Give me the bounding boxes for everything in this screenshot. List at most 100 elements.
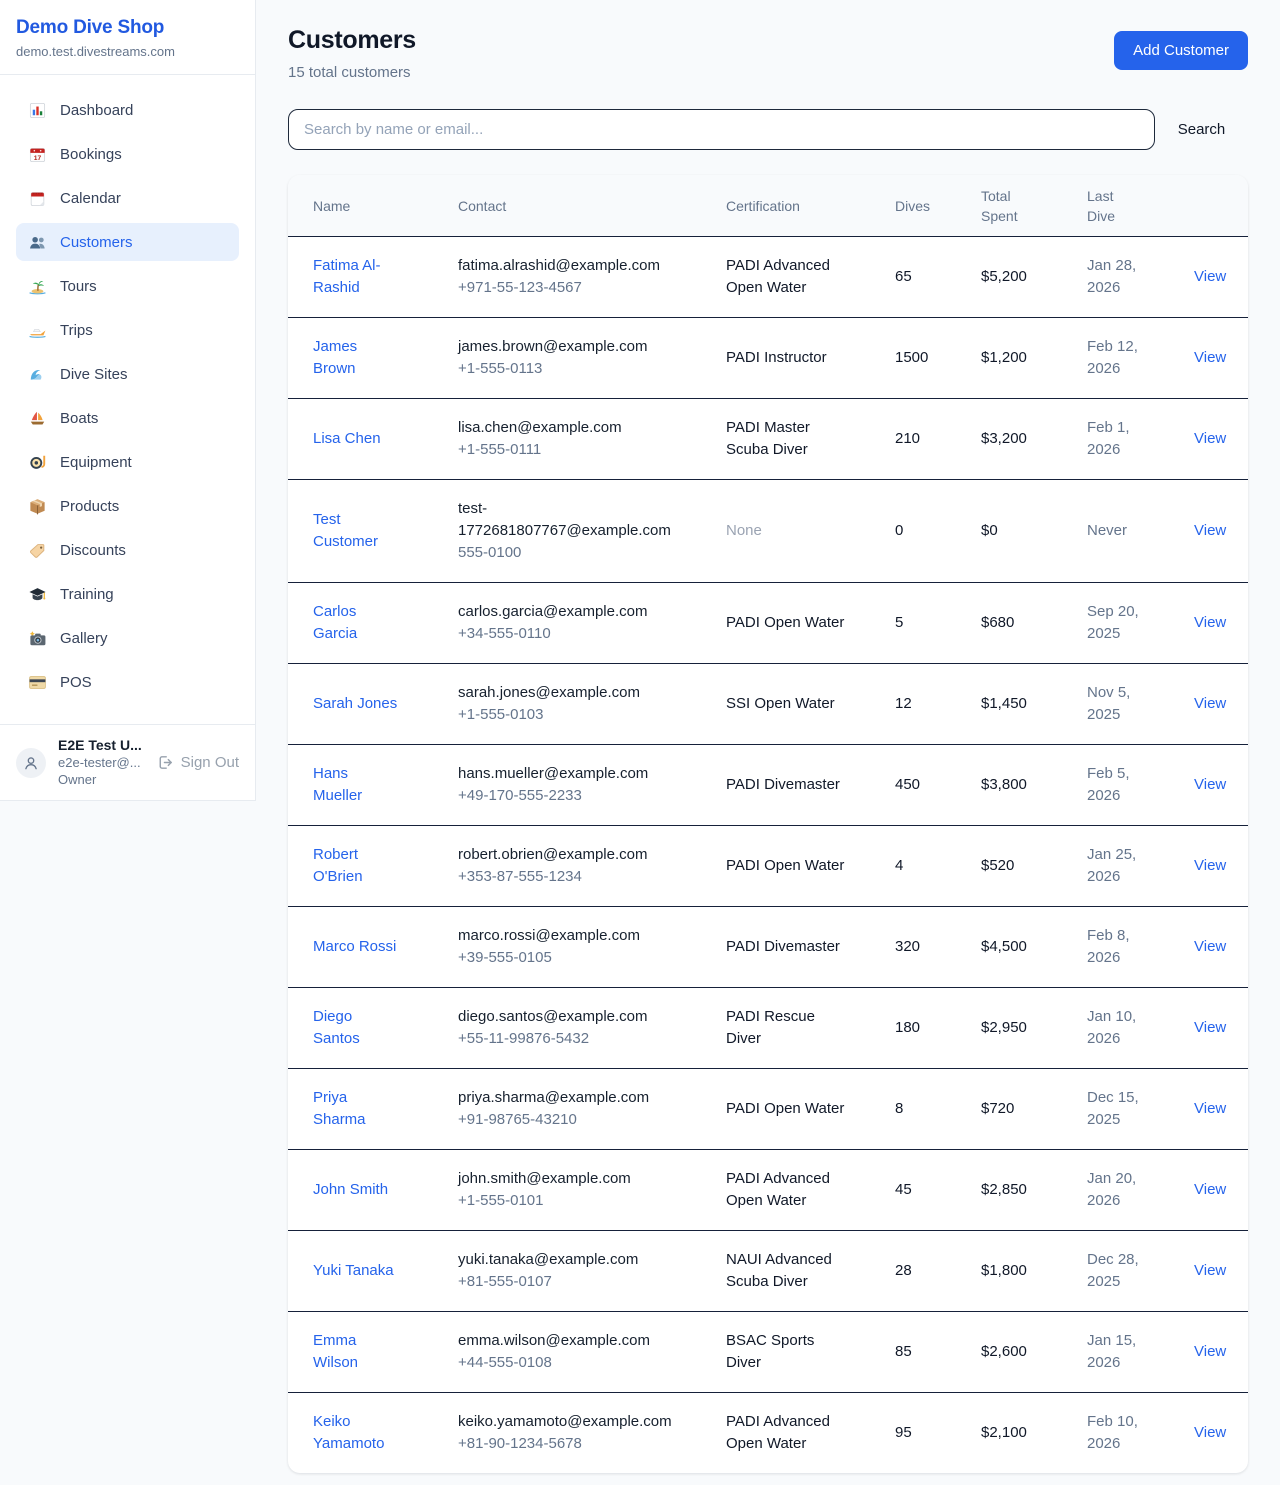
customer-total-spent: $2,600 <box>981 1341 1087 1363</box>
customer-certification: PADI Open Water <box>726 855 850 877</box>
sidebar-item-boats[interactable]: Boats <box>16 399 239 437</box>
customer-email: emma.wilson@example.com <box>458 1330 694 1352</box>
customer-dives: 180 <box>895 1017 981 1039</box>
view-customer-link[interactable]: View <box>1194 695 1226 712</box>
sidebar-item-label: Customers <box>60 234 133 251</box>
customer-total-spent: $3,200 <box>981 428 1087 450</box>
customer-total-spent: $2,850 <box>981 1179 1087 1201</box>
customer-email: sarah.jones@example.com <box>458 682 694 704</box>
customer-certification: PADI Divemaster <box>726 936 850 958</box>
customer-name-link[interactable]: Yuki Tanaka <box>313 1260 394 1282</box>
view-customer-link[interactable]: View <box>1194 1100 1226 1117</box>
view-customer-link[interactable]: View <box>1194 857 1226 874</box>
customer-name-link[interactable]: Diego Santos <box>313 1006 401 1050</box>
avatar <box>16 748 46 778</box>
sidebar-item-label: POS <box>60 674 92 691</box>
view-customer-link[interactable]: View <box>1194 1019 1226 1036</box>
customer-certification: BSAC Sports Diver <box>726 1330 850 1374</box>
sidebar-item-label: Bookings <box>60 146 122 163</box>
customer-name-link[interactable]: Keiko Yamamoto <box>313 1411 401 1455</box>
sidebar-item-tours[interactable]: Tours <box>16 267 239 305</box>
customer-name-link[interactable]: Sarah Jones <box>313 693 397 715</box>
search-button[interactable]: Search <box>1155 121 1248 138</box>
customer-phone: +34-555-0110 <box>458 623 726 645</box>
view-customer-link[interactable]: View <box>1194 1424 1226 1441</box>
view-customer-link[interactable]: View <box>1194 614 1226 631</box>
customer-total-spent: $5,200 <box>981 266 1087 288</box>
island-icon <box>28 277 47 296</box>
search-input[interactable] <box>288 109 1155 150</box>
sidebar-item-discounts[interactable]: Discounts <box>16 531 239 569</box>
customer-last-dive: Never <box>1087 520 1147 542</box>
user-info: E2E Test U... e2e-tester@... Owner <box>58 737 145 788</box>
table-row: Priya Sharma priya.sharma@example.com +9… <box>288 1069 1248 1150</box>
customer-email: test-1772681807767@example.com <box>458 498 694 542</box>
customer-name-link[interactable]: Test Customer <box>313 509 401 553</box>
customer-name-link[interactable]: Carlos Garcia <box>313 601 401 645</box>
customer-certification: PADI Open Water <box>726 612 850 634</box>
sidebar-user-panel: E2E Test U... e2e-tester@... Owner Sign … <box>0 724 255 800</box>
sidebar-item-products[interactable]: Products <box>16 487 239 525</box>
customer-last-dive: Nov 5, 2025 <box>1087 682 1147 726</box>
package-icon <box>28 497 47 516</box>
customer-name-link[interactable]: Priya Sharma <box>313 1087 401 1131</box>
view-customer-link[interactable]: View <box>1194 1343 1226 1360</box>
add-customer-button[interactable]: Add Customer <box>1114 31 1248 70</box>
customer-name-link[interactable]: James Brown <box>313 336 401 380</box>
customer-total-spent: $2,950 <box>981 1017 1087 1039</box>
sidebar-item-dive-sites[interactable]: Dive Sites <box>16 355 239 393</box>
customer-name-link[interactable]: Lisa Chen <box>313 428 381 450</box>
customer-count: 15 total customers <box>288 64 416 81</box>
customer-name-link[interactable]: Marco Rossi <box>313 936 396 958</box>
sidebar-item-calendar[interactable]: Calendar <box>16 179 239 217</box>
search-bar: Search <box>288 109 1248 150</box>
view-customer-link[interactable]: View <box>1194 430 1226 447</box>
customer-name-link[interactable]: Robert O'Brien <box>313 844 401 888</box>
customer-certification: PADI Advanced Open Water <box>726 1411 850 1455</box>
sidebar-item-dashboard[interactable]: Dashboard <box>16 91 239 129</box>
customer-last-dive: Jan 25, 2026 <box>1087 844 1147 888</box>
view-customer-link[interactable]: View <box>1194 776 1226 793</box>
view-customer-link[interactable]: View <box>1194 938 1226 955</box>
table-row: Lisa Chen lisa.chen@example.com +1-555-0… <box>288 399 1248 480</box>
customer-email: diego.santos@example.com <box>458 1006 694 1028</box>
shop-domain: demo.test.divestreams.com <box>16 44 239 59</box>
customer-total-spent: $720 <box>981 1098 1087 1120</box>
sidebar-item-bookings[interactable]: 17 Bookings <box>16 135 239 173</box>
customer-name-link[interactable]: Fatima Al-Rashid <box>313 255 401 299</box>
graduation-cap-icon <box>28 585 47 604</box>
customer-total-spent: $1,450 <box>981 693 1087 715</box>
sidebar-item-pos[interactable]: POS <box>16 663 239 701</box>
customer-certification: SSI Open Water <box>726 693 850 715</box>
customer-email: lisa.chen@example.com <box>458 417 694 439</box>
customer-name-link[interactable]: Emma Wilson <box>313 1330 401 1374</box>
customer-certification: PADI Advanced Open Water <box>726 1168 850 1212</box>
customer-email: keiko.yamamoto@example.com <box>458 1411 694 1433</box>
table-row: Marco Rossi marco.rossi@example.com +39-… <box>288 907 1248 988</box>
view-customer-link[interactable]: View <box>1194 522 1226 539</box>
sidebar-item-equipment[interactable]: Equipment <box>16 443 239 481</box>
customer-phone: +81-555-0107 <box>458 1271 726 1293</box>
customer-name-link[interactable]: Hans Mueller <box>313 763 401 807</box>
customer-last-dive: Dec 15, 2025 <box>1087 1087 1147 1131</box>
customer-phone: +44-555-0108 <box>458 1352 726 1374</box>
view-customer-link[interactable]: View <box>1194 268 1226 285</box>
customer-phone: +1-555-0103 <box>458 704 726 726</box>
wave-icon <box>28 365 47 384</box>
dive-mask-icon <box>28 453 47 472</box>
view-customer-link[interactable]: View <box>1194 349 1226 366</box>
table-header-row: Name Contact Certification Dives Total S… <box>288 175 1248 237</box>
sign-out-button[interactable]: Sign Out <box>157 754 239 771</box>
customer-dives: 12 <box>895 693 981 715</box>
sidebar-item-trips[interactable]: Trips <box>16 311 239 349</box>
sidebar-item-customers[interactable]: Customers <box>16 223 239 261</box>
customer-email: fatima.alrashid@example.com <box>458 255 694 277</box>
view-customer-link[interactable]: View <box>1194 1262 1226 1279</box>
sidebar-item-training[interactable]: Training <box>16 575 239 613</box>
customer-name-link[interactable]: John Smith <box>313 1179 388 1201</box>
view-customer-link[interactable]: View <box>1194 1181 1226 1198</box>
customer-phone: +1-555-0111 <box>458 439 726 461</box>
sidebar-item-label: Training <box>60 586 114 603</box>
sidebar-item-gallery[interactable]: Gallery <box>16 619 239 657</box>
customer-total-spent: $1,200 <box>981 347 1087 369</box>
